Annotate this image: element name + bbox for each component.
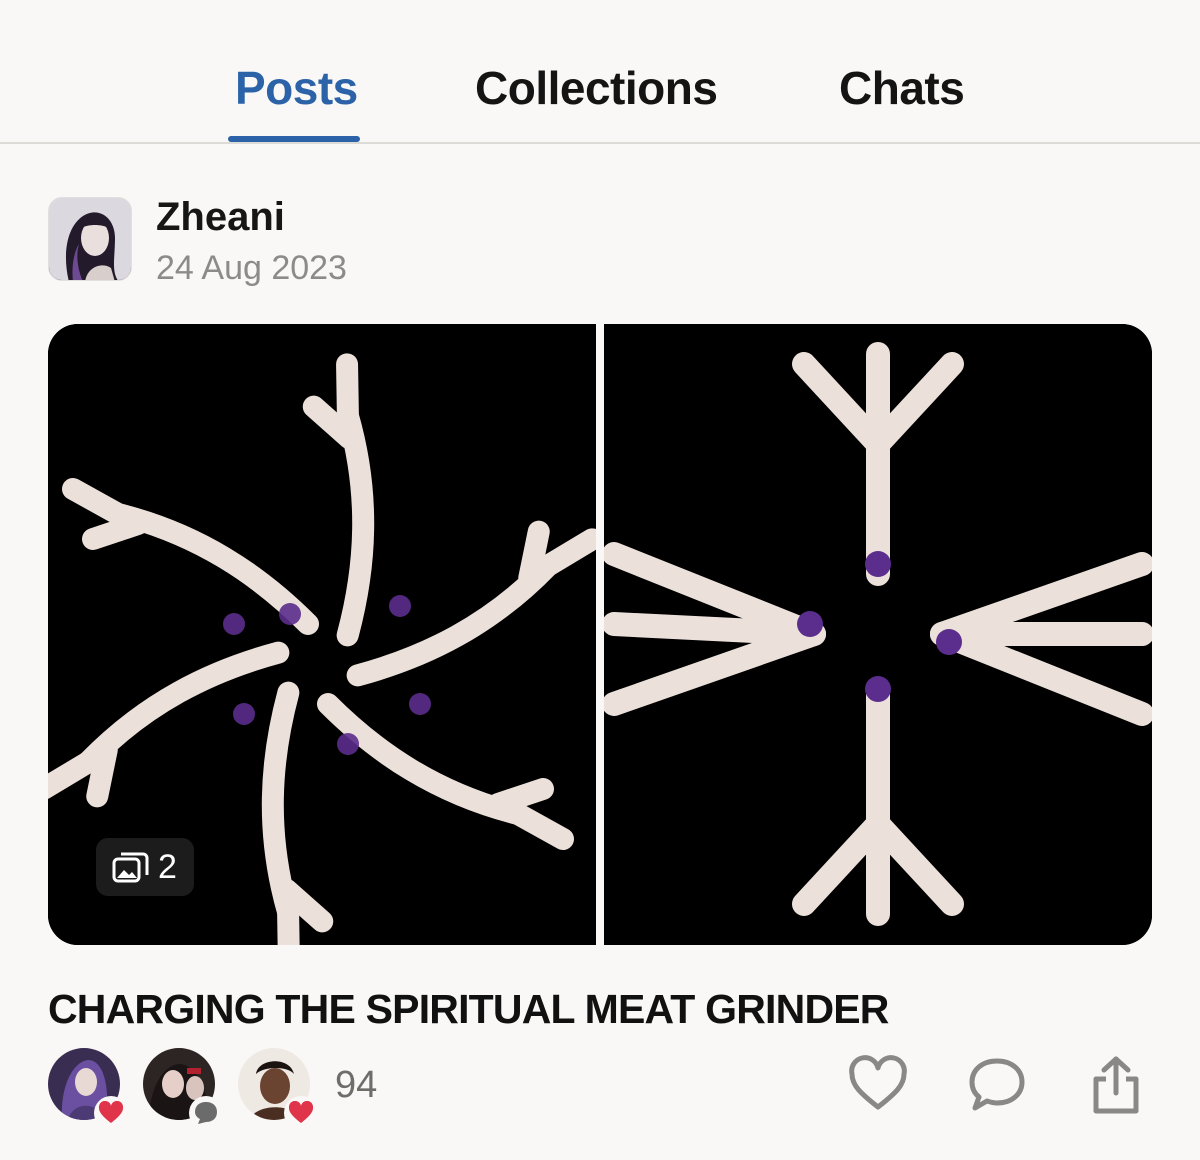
share-icon <box>1093 1056 1139 1114</box>
tab-collections[interactable]: Collections <box>475 58 718 118</box>
post-title[interactable]: CHARGING THE SPIRITUAL MEAT GRINDER <box>48 983 889 1035</box>
comment-icon <box>189 1096 223 1130</box>
reaction-count[interactable]: 94 <box>335 1062 377 1108</box>
reactor-avatar[interactable] <box>238 1048 318 1130</box>
tab-posts[interactable]: Posts <box>235 58 358 118</box>
comment-icon <box>969 1058 1025 1111</box>
tab-chats[interactable]: Chats <box>839 58 965 118</box>
reactor-avatar[interactable] <box>143 1048 223 1130</box>
heart-icon <box>849 1055 907 1110</box>
author-avatar[interactable] <box>48 197 132 281</box>
multiple-images-icon <box>112 852 149 883</box>
heart-icon <box>284 1096 318 1130</box>
image-count-badge: 2 <box>96 838 194 896</box>
post-date: 24 Aug 2023 <box>156 249 347 287</box>
like-button[interactable] <box>846 1053 910 1117</box>
active-tab-indicator <box>228 136 360 142</box>
heart-icon <box>94 1096 128 1130</box>
gallery-image-2[interactable] <box>604 324 1152 945</box>
symmetric-figures-artwork <box>604 342 1152 926</box>
image-count: 2 <box>158 847 177 886</box>
post-image-gallery[interactable]: 2 <box>48 324 1152 945</box>
gallery-image-1[interactable]: 2 <box>48 324 596 945</box>
gallery-divider <box>596 324 604 945</box>
reactor-avatar[interactable] <box>48 1048 128 1130</box>
comment-button[interactable] <box>965 1053 1029 1117</box>
author-name[interactable]: Zheani <box>156 193 285 241</box>
share-button[interactable] <box>1084 1053 1148 1117</box>
tab-bar: Posts Collections Chats <box>0 0 1200 144</box>
figure <box>62 478 319 635</box>
